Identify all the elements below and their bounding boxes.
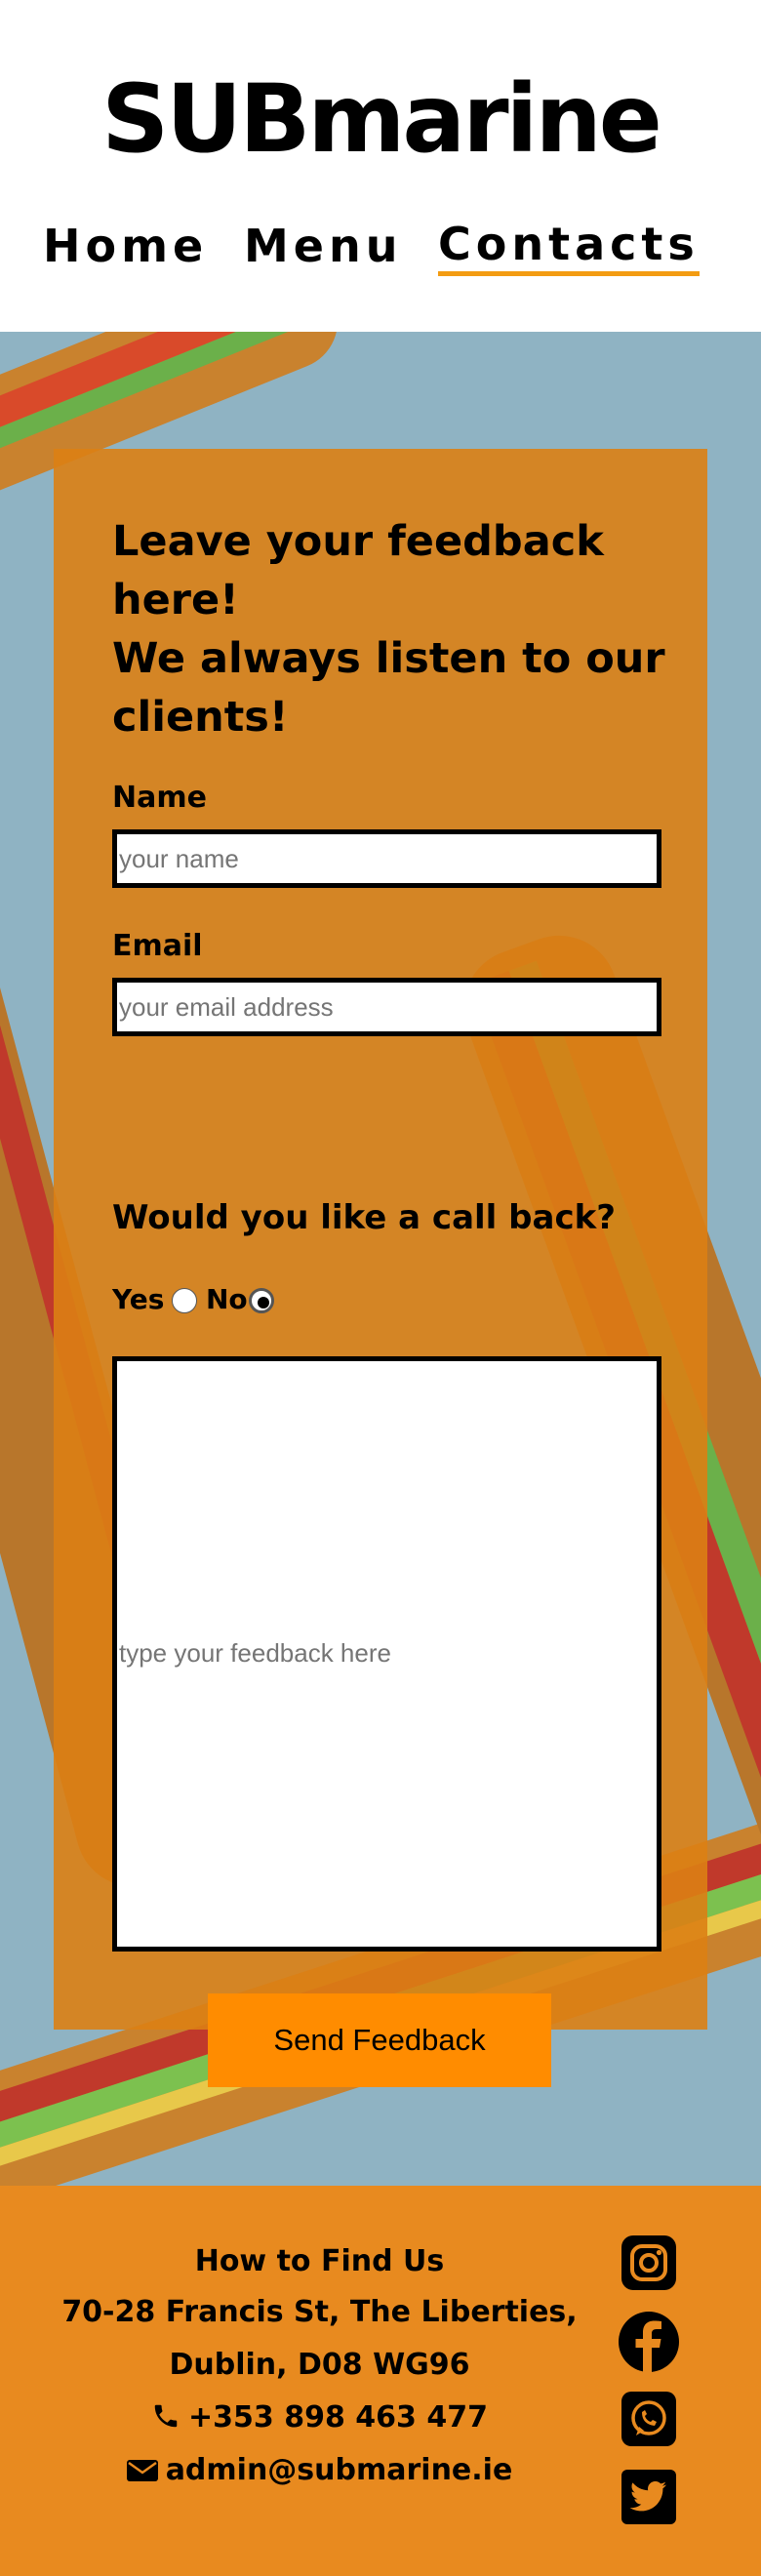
feedback-card: Leave your feedback here! We always list… (54, 449, 707, 2087)
callback-question: Would you like a call back? (112, 1198, 616, 1237)
facebook-icon[interactable] (618, 2311, 680, 2373)
site-footer: How to Find Us 70-28 Francis St, The Lib… (0, 2186, 761, 2576)
callback-no-radio[interactable] (249, 1288, 274, 1313)
site-logo[interactable]: SUBmarine (0, 60, 761, 178)
feedback-section: Leave your feedback here! We always list… (0, 332, 761, 2186)
nav-home[interactable]: Home (43, 217, 208, 275)
main-nav: Home Menu Contacts (43, 217, 726, 276)
feedback-heading-line1: Leave your feedback here! (112, 517, 604, 624)
send-feedback-button[interactable]: Send Feedback (208, 1993, 551, 2087)
instagram-icon[interactable] (621, 2234, 677, 2291)
name-label: Name (112, 781, 207, 815)
feedback-textarea[interactable] (112, 1356, 661, 1952)
email-address: admin@submarine.ie (165, 2453, 513, 2487)
nav-menu[interactable]: Menu (244, 217, 402, 275)
phone-line[interactable]: +353 898 463 477 (0, 2398, 639, 2441)
whatsapp-icon[interactable] (621, 2391, 677, 2447)
site-header: SUBmarine Home Menu Contacts (0, 0, 761, 332)
address-line-1: 70-28 Francis St, The Liberties, (61, 2295, 578, 2329)
find-us-title: How to Find Us (194, 2244, 445, 2278)
twitter-icon[interactable] (621, 2469, 677, 2525)
callback-no-label: No (206, 1283, 248, 1315)
nav-contacts[interactable]: Contacts (438, 217, 700, 276)
callback-yes-radio[interactable] (172, 1288, 197, 1313)
email-input[interactable] (112, 978, 661, 1036)
email-line[interactable]: admin@submarine.ie (0, 2451, 639, 2494)
envelope-icon (126, 2455, 158, 2494)
phone-number: +353 898 463 477 (188, 2400, 488, 2435)
name-input[interactable] (112, 829, 661, 888)
phone-icon (151, 2401, 180, 2441)
address-line-2: Dublin, D08 WG96 (169, 2348, 470, 2382)
callback-yes-label: Yes (112, 1283, 165, 1315)
feedback-heading-line2: We always listen to our clients! (112, 634, 665, 742)
email-label: Email (112, 929, 203, 963)
feedback-heading: Leave your feedback here! We always list… (112, 512, 678, 746)
